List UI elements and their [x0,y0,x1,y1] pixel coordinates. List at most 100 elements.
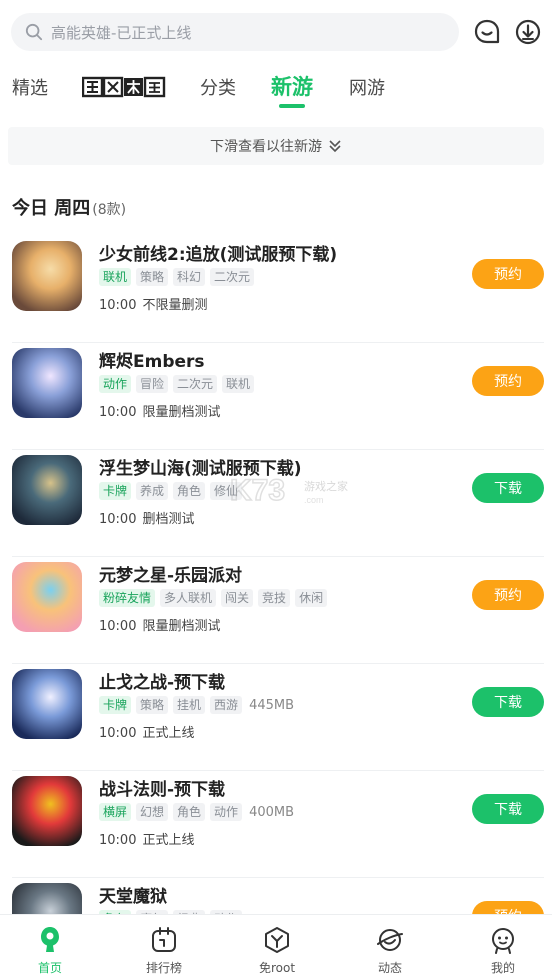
game-meta: 10:00 不限量删测 [99,294,207,313]
game-tag: 角色 [173,482,206,500]
game-row[interactable]: 少女前线2:追放(测试服预下载) 联机 策略 科幻 二次元 10:00 不限量删测 预约 [0,236,552,343]
game-release-time: 10:00 [99,405,137,420]
history-notice[interactable]: 下滑查看以往新游 [8,127,544,165]
game-name[interactable]: 少女前线2:追放(测试服预下载) [99,240,337,265]
game-tag: 二次元 [210,268,255,286]
game-tag: 横屏 [99,803,132,821]
game-release-time: 10:00 [99,619,137,634]
game-size: 400MB [249,804,295,820]
game-name[interactable]: 元梦之星-乐园派对 [99,561,242,586]
nav-profile-label: 我的 [490,961,515,975]
download-manager-icon[interactable] [513,17,543,47]
game-row[interactable]: 辉烬Embers 动作 冒险 二次元 联机 10:00 限量删档测试 预约 [0,343,552,450]
game-cover-image[interactable] [12,669,82,739]
game-tags: 卡牌 养成 角色 修仙 [99,481,243,501]
nav-noroot-label: 免root [258,961,296,975]
game-tags: 粉碎友情 多人联机 闯关 竞技 休闲 [99,588,328,608]
game-tag: 二次元 [173,375,218,393]
game-tag: 策略 [136,268,169,286]
game-tag: 西游 [210,696,243,714]
game-tag: 动作 [210,803,243,821]
game-release-time: 10:00 [99,833,137,848]
game-cover-image[interactable] [12,455,82,525]
event-logo-icon [81,76,166,98]
nav-ranking[interactable]: 排行榜 [124,915,204,977]
game-tag: 联机 [222,375,255,393]
reserve-button[interactable]: 预约 [472,580,544,610]
game-name[interactable]: 战斗法则-预下载 [99,775,225,800]
game-tag: 闯关 [221,589,254,607]
tab-event-logo[interactable] [81,76,166,98]
profile-icon [492,928,514,954]
game-size: 445MB [249,697,295,713]
search-icon [25,23,43,41]
reserve-button[interactable]: 预约 [472,366,544,396]
nav-profile[interactable]: 我的 [463,915,543,977]
nav-feed-label: 动态 [377,961,402,975]
game-name[interactable]: 止戈之战-预下载 [99,668,225,693]
game-row[interactable]: 止戈之战-预下载卡牌 策略 挂机 西游 445MB 10:00 正式上线 下载 [0,664,552,771]
game-test-status: 正式上线 [142,833,195,848]
game-release-time: 10:00 [99,512,137,527]
message-icon[interactable] [472,17,502,47]
download-button[interactable]: 下载 [472,794,544,824]
game-release-time: 10:00 [99,726,137,741]
day-game-count: (8款) [92,202,127,218]
search-placeholder: 高能英雄-已正式上线 [51,23,192,42]
home-icon [41,927,59,952]
game-tag: 冒险 [136,375,169,393]
game-cover-image[interactable] [12,776,82,846]
game-tag: 竞技 [258,589,291,607]
watermark-logo-icon: K73 游戏之家 .com [229,473,348,508]
reserve-button[interactable]: 预约 [472,259,544,289]
game-tag: 幻想 [136,803,169,821]
tab-new-games[interactable]: 新游 [271,71,313,101]
nav-ranking-label: 排行榜 [145,961,182,975]
search-bar[interactable]: 高能英雄-已正式上线 [11,13,459,51]
game-cover-image[interactable] [12,241,82,311]
active-tab-indicator [279,104,305,108]
game-tag: 挂机 [173,696,206,714]
game-tag: 联机 [99,268,132,286]
bottom-nav: 首页 排行榜 免root 动态 我的 [0,914,552,977]
game-test-status: 不限量删测 [142,298,208,313]
tab-category[interactable]: 分类 [200,74,236,100]
game-meta: 10:00 限量删档测试 [99,401,220,420]
game-tag: 科幻 [173,268,206,286]
game-tag: 卡牌 [99,482,132,500]
game-row[interactable]: 元梦之星-乐园派对 粉碎友情 多人联机 闯关 竞技 休闲 10:00 限量删档测试 预约 [0,557,552,664]
game-row[interactable]: 战斗法则-预下载横屏 幻想 角色 动作 400MB 10:00 正式上线 下载 [0,771,552,878]
game-tags: 卡牌 策略 挂机 西游 445MB [99,695,294,715]
game-tag: 角色 [173,803,206,821]
day-title: 今日 周四 [12,198,91,219]
svg-text:.com: .com [304,495,324,505]
game-tag: 动作 [99,375,132,393]
game-tag: 卡牌 [99,696,132,714]
game-test-status: 正式上线 [142,726,195,741]
game-release-time: 10:00 [99,298,137,313]
notice-text: 下滑查看以往新游 [210,139,322,155]
game-tag: 养成 [136,482,169,500]
game-tag: 粉碎友情 [99,589,156,607]
game-cover-image[interactable] [12,562,82,632]
game-tag: 策略 [136,696,169,714]
nav-home[interactable]: 首页 [10,915,90,977]
double-chevron-down-icon [329,140,341,153]
nav-noroot[interactable]: 免root [237,915,317,977]
tab-online-games[interactable]: 网游 [349,74,385,100]
svg-text:游戏之家: 游戏之家 [304,479,348,493]
game-cover-image[interactable] [12,348,82,418]
download-button[interactable]: 下载 [472,473,544,503]
download-button[interactable]: 下载 [472,687,544,717]
game-meta: 10:00 正式上线 [99,829,194,848]
game-tags: 联机 策略 科幻 二次元 [99,267,255,287]
game-tag: 休闲 [295,589,328,607]
ranking-icon [152,927,176,952]
day-header: 今日 周四 (8款) [12,194,126,220]
tab-featured[interactable]: 精选 [12,74,48,100]
nav-feed[interactable]: 动态 [350,915,430,977]
game-name[interactable]: 天堂魔狱 [99,882,167,907]
nav-home-label: 首页 [37,961,62,975]
game-name[interactable]: 辉烬Embers [99,347,205,372]
game-test-status: 删档测试 [142,512,195,527]
